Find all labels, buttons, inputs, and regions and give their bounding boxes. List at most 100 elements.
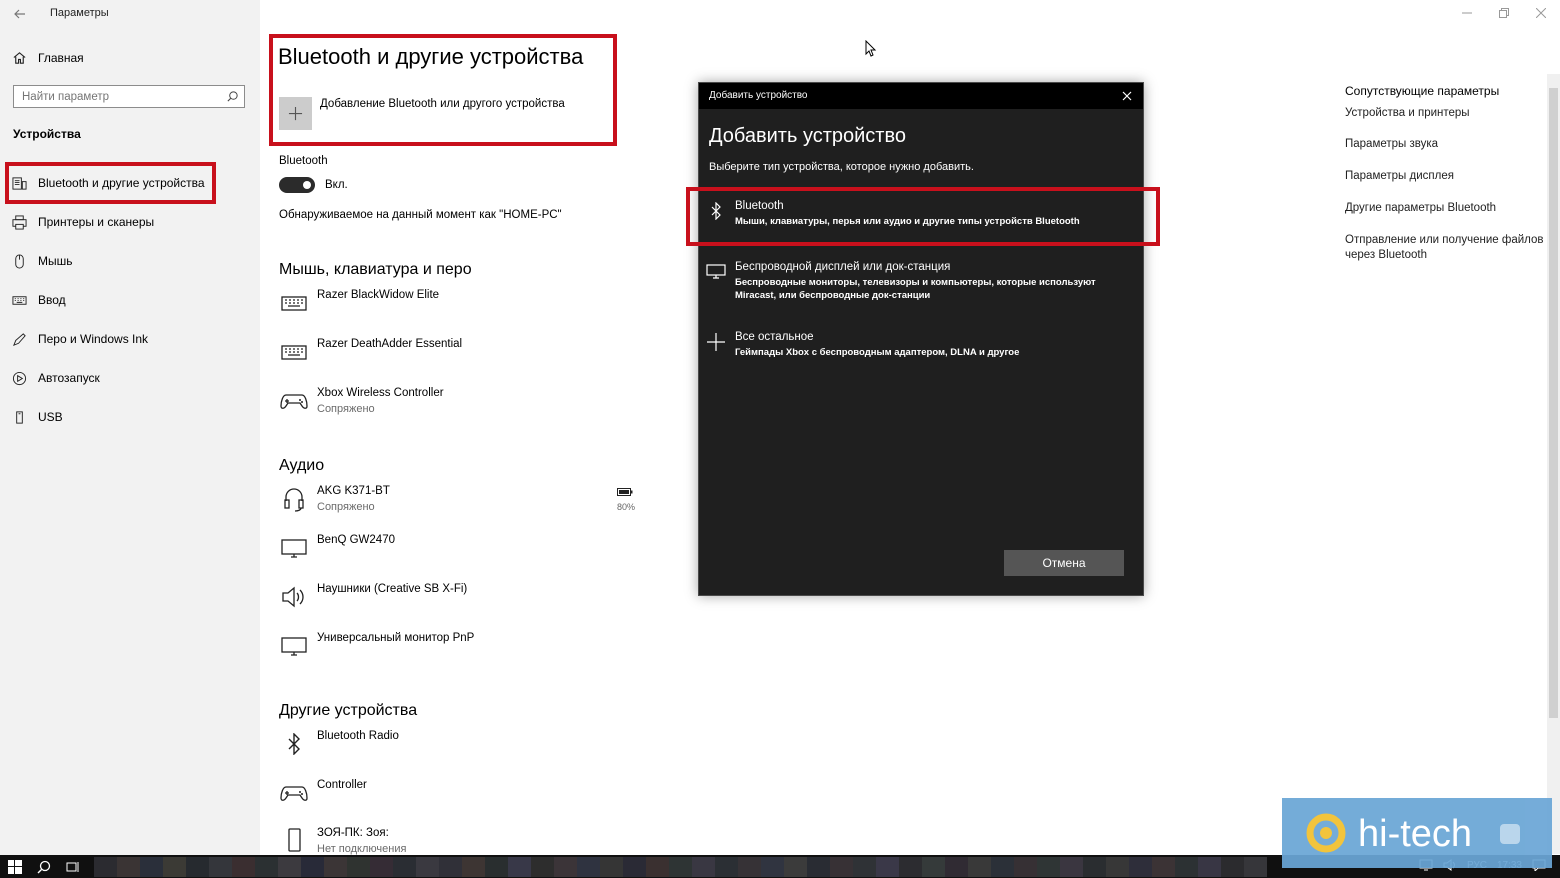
sidebar-item-label: Ввод bbox=[38, 293, 66, 307]
monitor-icon bbox=[280, 534, 308, 562]
section-label: Устройства bbox=[13, 127, 81, 141]
sidebar-item-label: Принтеры и сканеры bbox=[38, 215, 155, 229]
sidebar-item-label: Мышь bbox=[38, 254, 73, 268]
related-title: Сопутствующие параметры bbox=[1345, 84, 1500, 98]
nav-home[interactable]: Главная bbox=[12, 50, 84, 65]
device-status: Сопряжено bbox=[317, 403, 375, 415]
discoverable-text: Обнаруживаемое на данный момент как "HOM… bbox=[279, 209, 562, 221]
gamepad-icon bbox=[280, 387, 308, 415]
app-title: Параметры bbox=[50, 7, 109, 19]
minimize-button[interactable] bbox=[1459, 5, 1475, 21]
group-title-input: Мышь, клавиатура и перо bbox=[279, 261, 472, 278]
sidebar-item-label: USB bbox=[38, 410, 63, 424]
plus-icon bbox=[705, 331, 727, 353]
highlight-sidebar bbox=[5, 162, 216, 204]
sidebar-item-autoplay[interactable]: Автозапуск bbox=[12, 367, 100, 389]
task-view-icon bbox=[66, 861, 79, 872]
taskbar-apps bbox=[94, 857, 1284, 877]
autoplay-icon bbox=[12, 371, 27, 386]
group-title-audio: Аудио bbox=[279, 457, 325, 474]
highlight-bluetooth-option bbox=[686, 187, 1160, 246]
scrollbar[interactable] bbox=[1547, 74, 1560, 854]
device-name: Наушники (Creative SB X-Fi) bbox=[317, 583, 468, 595]
device-item[interactable]: Razer BlackWidow Elite bbox=[280, 289, 650, 329]
svg-text:hi-tech: hi-tech bbox=[1358, 813, 1472, 855]
device-name: Razer BlackWidow Elite bbox=[317, 289, 440, 301]
search-input[interactable] bbox=[14, 86, 222, 107]
cancel-button[interactable]: Отмена bbox=[1004, 550, 1124, 576]
search-icon bbox=[37, 860, 51, 873]
option-wireless-display[interactable]: Беспроводной дисплей или док-станция Бес… bbox=[699, 261, 1143, 317]
close-icon bbox=[1122, 91, 1132, 101]
device-item[interactable]: ЗОЯ-ПК: Зоя: Нет подключения bbox=[280, 827, 650, 855]
sidebar-item-printers[interactable]: Принтеры и сканеры bbox=[12, 211, 154, 233]
mouse-cursor-icon bbox=[865, 40, 877, 57]
back-button[interactable] bbox=[10, 4, 30, 24]
device-status: Нет подключения bbox=[317, 843, 407, 855]
device-name: Универсальный монитор PnP bbox=[317, 632, 475, 644]
device-item[interactable]: Xbox Wireless Controller Сопряжено bbox=[280, 387, 650, 427]
sidebar-item-input[interactable]: Ввод bbox=[12, 289, 66, 311]
monitor-icon bbox=[280, 632, 308, 660]
device-name: BenQ GW2470 bbox=[317, 534, 395, 546]
nav-home-label: Главная bbox=[38, 50, 84, 65]
sidebar-item-pen[interactable]: Перо и Windows Ink bbox=[12, 328, 148, 350]
dialog-titlebar: Добавить устройство bbox=[699, 83, 1143, 109]
device-item[interactable]: Универсальный монитор PnP bbox=[280, 632, 650, 672]
device-name: Razer DeathAdder Essential bbox=[317, 338, 463, 350]
mouse-icon bbox=[12, 253, 27, 269]
device-item[interactable]: Bluetooth Radio bbox=[280, 730, 650, 770]
device-status: Сопряжено bbox=[317, 501, 375, 513]
windows-icon bbox=[8, 859, 22, 874]
display-icon bbox=[705, 261, 727, 283]
option-desc: Геймпады Xbox с беспроводным адаптером, … bbox=[735, 347, 1020, 358]
headset-icon bbox=[280, 485, 308, 513]
taskbar-search-button[interactable] bbox=[35, 858, 53, 875]
related-link[interactable]: Другие параметры Bluetooth bbox=[1345, 201, 1545, 216]
close-window-button[interactable] bbox=[1533, 5, 1549, 21]
usb-icon bbox=[12, 410, 27, 425]
sidebar-item-usb[interactable]: USB bbox=[12, 406, 63, 428]
sidebar-item-mouse[interactable]: Мышь bbox=[12, 250, 73, 272]
related-link[interactable]: Параметры звука bbox=[1345, 137, 1545, 152]
arrow-left-icon bbox=[14, 9, 25, 19]
sidebar-item-label: Автозапуск bbox=[38, 371, 100, 385]
gamepad-icon bbox=[280, 779, 308, 807]
phone-icon bbox=[280, 827, 308, 855]
option-everything-else[interactable]: Все остальное Геймпады Xbox с беспроводн… bbox=[699, 331, 1143, 387]
search-icon bbox=[227, 91, 238, 102]
search-field[interactable] bbox=[13, 85, 245, 108]
watermark-logo: hi-tech bbox=[1282, 798, 1552, 868]
dialog-window-title: Добавить устройство bbox=[709, 90, 808, 101]
device-item[interactable]: AKG K371-BT Сопряжено bbox=[280, 485, 650, 525]
device-name: Xbox Wireless Controller bbox=[317, 387, 444, 399]
home-icon bbox=[13, 52, 26, 64]
battery-percent: 80% bbox=[617, 502, 636, 512]
pen-icon bbox=[12, 332, 27, 347]
minimize-icon bbox=[1462, 12, 1472, 14]
bluetooth-icon bbox=[280, 730, 308, 758]
bluetooth-toggle[interactable] bbox=[279, 177, 315, 193]
printer-icon bbox=[12, 214, 27, 230]
start-button[interactable] bbox=[6, 858, 24, 875]
highlight-title bbox=[269, 34, 617, 146]
maximize-button[interactable] bbox=[1496, 5, 1512, 21]
task-view-button[interactable] bbox=[64, 858, 82, 875]
close-icon bbox=[1536, 8, 1546, 18]
device-item[interactable]: Controller bbox=[280, 779, 650, 819]
speaker-icon bbox=[280, 583, 308, 611]
battery-icon bbox=[617, 487, 633, 497]
option-name: Все остальное bbox=[735, 331, 814, 343]
scrollbar-thumb[interactable] bbox=[1549, 88, 1558, 718]
related-link[interactable]: Параметры дисплея bbox=[1345, 169, 1545, 184]
keyboard-icon bbox=[280, 338, 308, 366]
device-item[interactable]: BenQ GW2470 bbox=[280, 534, 650, 574]
device-item[interactable]: Razer DeathAdder Essential bbox=[280, 338, 650, 378]
related-link[interactable]: Устройства и принтеры bbox=[1345, 106, 1545, 121]
dialog-close-button[interactable] bbox=[1119, 88, 1135, 104]
related-link[interactable]: Отправление или получение файлов через B… bbox=[1345, 233, 1545, 263]
dialog-heading: Добавить устройство bbox=[709, 125, 906, 147]
device-name: Bluetooth Radio bbox=[317, 730, 399, 742]
device-item[interactable]: Наушники (Creative SB X-Fi) bbox=[280, 583, 650, 623]
group-title-other: Другие устройства bbox=[279, 702, 418, 719]
